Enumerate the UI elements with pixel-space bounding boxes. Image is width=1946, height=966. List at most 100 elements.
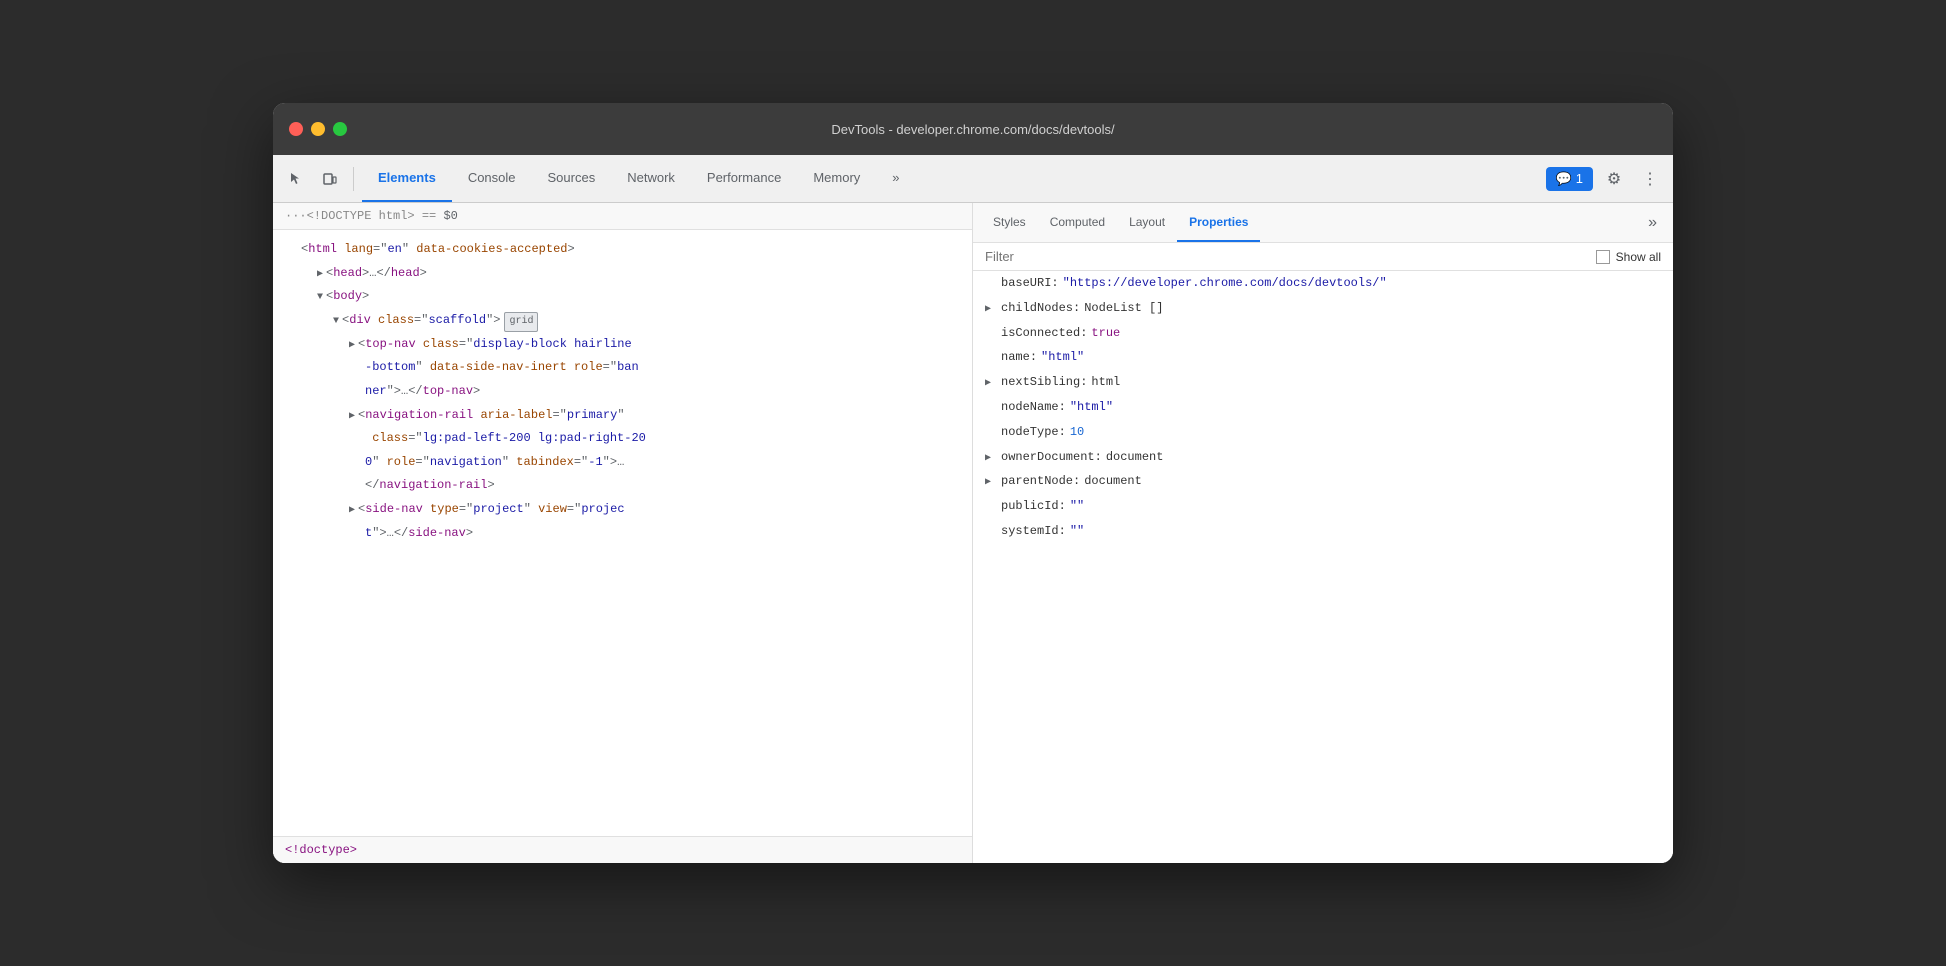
show-all-label: Show all (1616, 250, 1661, 264)
tab-elements[interactable]: Elements (362, 155, 452, 202)
prop-isconnected[interactable]: isConnected : true (973, 321, 1673, 346)
dom-breadcrumb: <!doctype> (273, 836, 972, 863)
tab-computed[interactable]: Computed (1038, 203, 1117, 242)
inspect-element-button[interactable] (281, 164, 311, 194)
toolbar-right: 💬 1 ⚙ ⋮ (1546, 164, 1665, 194)
prop-value-isconnected: true (1091, 322, 1120, 345)
dom-sidenav-node[interactable]: ▶ <side-nav type="project" view="projec (273, 498, 972, 522)
filter-input[interactable] (985, 249, 1596, 264)
dom-sidenav-cont[interactable]: t"> … </side-nav> (273, 522, 972, 546)
expand-nextsibling-icon[interactable]: ▶ (985, 374, 997, 393)
prop-key-isconnected: isConnected (1001, 322, 1080, 345)
window-title: DevTools - developer.chrome.com/docs/dev… (831, 122, 1114, 137)
filter-bar: Show all (973, 243, 1673, 271)
prop-value-parentnode: document (1084, 470, 1142, 493)
main-content-area: ···<!DOCTYPE html> == $0 <html lang="en"… (273, 203, 1673, 863)
prop-ownerdocument[interactable]: ▶ ownerDocument : document (973, 445, 1673, 470)
chat-badge[interactable]: 💬 1 (1546, 167, 1593, 191)
tab-performance[interactable]: Performance (691, 155, 797, 202)
prop-value-systemid: "" (1070, 520, 1084, 543)
props-more-tabs-button[interactable]: » (1640, 203, 1665, 242)
tab-memory[interactable]: Memory (797, 155, 876, 202)
dom-scaffold-node[interactable]: ▼ <div class="scaffold"> grid (273, 309, 972, 333)
prop-key-parentnode: parentNode (1001, 470, 1073, 493)
breadcrumb-doctype[interactable]: <!doctype> (285, 843, 357, 857)
dom-topnav-node-cont[interactable]: -bottom" data-side-nav-inert role="ban (273, 356, 972, 380)
show-all-checkbox[interactable] (1596, 250, 1610, 264)
dom-body-node[interactable]: ▼ <body> (273, 285, 972, 309)
maximize-button[interactable] (333, 122, 347, 136)
dom-topnav-node-cont2[interactable]: ner"> … </top-nav> (273, 380, 972, 404)
prop-no-arrow-6 (985, 498, 997, 517)
dom-navrail-cont2[interactable]: 0" role="navigation" tabindex="-1"> … (273, 451, 972, 475)
dom-tree[interactable]: <html lang="en" data-cookies-accepted> ▶… (273, 230, 972, 836)
device-icon (322, 171, 338, 187)
tab-styles[interactable]: Styles (981, 203, 1038, 242)
prop-systemid[interactable]: systemId : "" (973, 519, 1673, 544)
prop-value-nodetype: 10 (1070, 421, 1084, 444)
prop-key-name: name (1001, 346, 1030, 369)
expand-parentnode-icon[interactable]: ▶ (985, 473, 997, 492)
minimize-button[interactable] (311, 122, 325, 136)
prop-key-nodename: nodeName (1001, 396, 1059, 419)
devtools-toolbar: Elements Console Sources Network Perform… (273, 155, 1673, 203)
prop-key-systemid: systemId (1001, 520, 1059, 543)
prop-baseuri[interactable]: baseURI : "https://developer.chrome.com/… (973, 271, 1673, 296)
equals-sign: == (422, 209, 444, 223)
prop-key-publicid: publicId (1001, 495, 1059, 518)
dom-panel: ···<!DOCTYPE html> == $0 <html lang="en"… (273, 203, 973, 863)
properties-tabs: Styles Computed Layout Properties » (973, 203, 1673, 243)
tab-sources[interactable]: Sources (532, 155, 612, 202)
more-options-button[interactable]: ⋮ (1635, 164, 1665, 194)
tab-layout[interactable]: Layout (1117, 203, 1177, 242)
prop-key-nodetype: nodeType (1001, 421, 1059, 444)
prop-key-ownerdocument: ownerDocument (1001, 446, 1095, 469)
prop-parentnode[interactable]: ▶ parentNode : document (973, 469, 1673, 494)
dom-head-node[interactable]: ▶ <head> … </head> (273, 262, 972, 286)
dom-navrail-node[interactable]: ▶ <navigation-rail aria-label="primary" (273, 404, 972, 428)
title-bar: DevTools - developer.chrome.com/docs/dev… (273, 103, 1673, 155)
prop-no-arrow-3 (985, 349, 997, 368)
prop-value-ownerdocument: document (1106, 446, 1164, 469)
prop-key-baseuri: baseURI (1001, 272, 1051, 295)
main-tabs: Elements Console Sources Network Perform… (362, 155, 916, 202)
expand-childnodes-icon[interactable]: ▶ (985, 300, 997, 319)
prop-nodetype[interactable]: nodeType : 10 (973, 420, 1673, 445)
prop-value-nodename: "html" (1070, 396, 1113, 419)
prop-key-nextsibling: nextSibling (1001, 371, 1080, 394)
properties-content: baseURI : "https://developer.chrome.com/… (973, 271, 1673, 863)
dom-topnav-node[interactable]: ▶ <top-nav class="display-block hairline (273, 333, 972, 357)
doctype-label: ···<!DOCTYPE html> (285, 209, 415, 223)
prop-no-arrow-4 (985, 399, 997, 418)
close-button[interactable] (289, 122, 303, 136)
prop-no-arrow (985, 275, 997, 294)
tab-more[interactable]: » (876, 155, 915, 202)
dollar-zero: $0 (443, 209, 457, 223)
dom-navrail-cont3[interactable]: </navigation-rail> (273, 474, 972, 498)
tab-console[interactable]: Console (452, 155, 532, 202)
prop-value-nextsibling: html (1091, 371, 1120, 394)
prop-name[interactable]: name : "html" (973, 345, 1673, 370)
device-toggle-button[interactable] (315, 164, 345, 194)
chat-icon: 💬 (1556, 171, 1572, 187)
prop-value-baseuri: "https://developer.chrome.com/docs/devto… (1063, 272, 1387, 295)
show-all-container: Show all (1596, 250, 1661, 264)
devtools-panel: Elements Console Sources Network Perform… (273, 155, 1673, 863)
tab-network[interactable]: Network (611, 155, 691, 202)
dom-navrail-cont1[interactable]: class="lg:pad-left-200 lg:pad-right-20 (273, 427, 972, 451)
toolbar-divider (353, 167, 354, 191)
prop-publicid[interactable]: publicId : "" (973, 494, 1673, 519)
prop-nodename[interactable]: nodeName : "html" (973, 395, 1673, 420)
devtools-window: DevTools - developer.chrome.com/docs/dev… (273, 103, 1673, 863)
prop-no-arrow-7 (985, 523, 997, 542)
tab-properties[interactable]: Properties (1177, 203, 1260, 242)
settings-button[interactable]: ⚙ (1599, 164, 1629, 194)
dom-header: ···<!DOCTYPE html> == $0 (273, 203, 972, 230)
prop-nextsibling[interactable]: ▶ nextSibling : html (973, 370, 1673, 395)
prop-key-childnodes: childNodes (1001, 297, 1073, 320)
prop-childnodes[interactable]: ▶ childNodes : NodeList [] (973, 296, 1673, 321)
prop-value-childnodes: NodeList [] (1084, 297, 1163, 320)
prop-no-arrow-2 (985, 325, 997, 344)
expand-ownerdocument-icon[interactable]: ▶ (985, 449, 997, 468)
dom-html-node[interactable]: <html lang="en" data-cookies-accepted> (273, 238, 972, 262)
